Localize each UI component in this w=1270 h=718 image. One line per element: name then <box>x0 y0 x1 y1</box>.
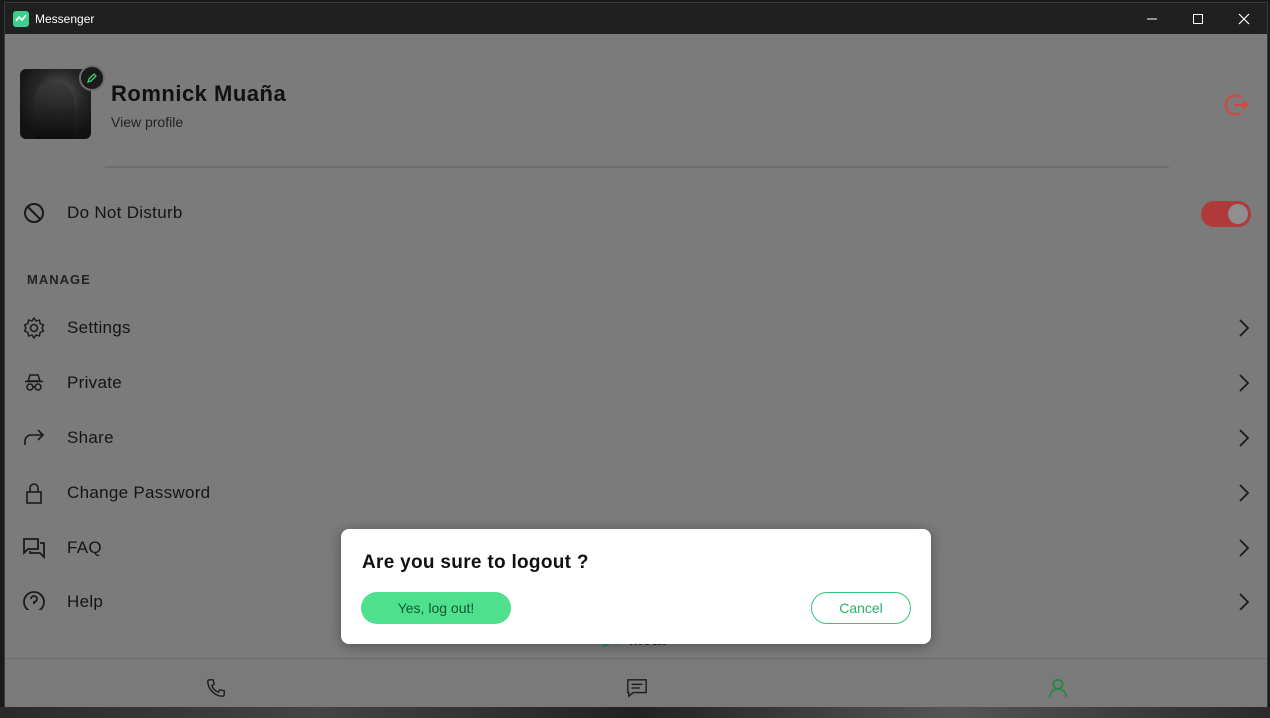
close-icon <box>1238 13 1250 24</box>
title-bar: Messenger <box>5 3 1267 34</box>
nav-calls[interactable] <box>204 676 228 700</box>
menu-item-label: Share <box>67 428 114 447</box>
message-icon <box>627 679 647 698</box>
desktop-background-strip <box>0 707 1270 718</box>
do-not-disturb-row: Do Not Disturb <box>5 193 1267 233</box>
do-not-disturb-toggle[interactable] <box>1201 201 1251 227</box>
logout-confirm-dialog: Are you sure to logout ? Yes, log out! C… <box>341 529 931 644</box>
window-title: Messenger <box>35 11 95 26</box>
chevron-right-icon <box>1235 482 1253 504</box>
do-not-disturb-label: Do Not Disturb <box>67 203 183 222</box>
toggle-knob <box>1228 204 1248 224</box>
phone-icon <box>207 679 225 697</box>
menu-item-label: Change Password <box>67 483 211 502</box>
chevron-right-icon <box>1235 591 1253 610</box>
block-icon <box>21 200 47 226</box>
messenger-app-icon <box>13 10 29 27</box>
view-profile-link[interactable]: View profile <box>111 114 183 130</box>
chevron-right-icon <box>1235 317 1253 339</box>
logout-icon <box>1224 94 1249 116</box>
minimize-button[interactable] <box>1129 3 1175 34</box>
chevron-right-icon <box>1235 537 1253 559</box>
nav-profile[interactable] <box>1046 676 1070 700</box>
spy-icon <box>21 370 47 396</box>
avatar-photo <box>34 81 74 139</box>
manage-section-heading: MANAGE <box>27 272 91 287</box>
user-icon <box>1048 678 1068 698</box>
cancel-button[interactable]: Cancel <box>811 592 911 624</box>
chevron-right-icon <box>1235 372 1253 394</box>
menu-item-label: Private <box>67 373 123 392</box>
dialog-title: Are you sure to logout ? <box>362 552 589 573</box>
profile-name: Romnick Muaña <box>111 81 287 106</box>
menu-item-label: Help <box>67 592 104 610</box>
chat-bubbles-icon <box>21 535 47 561</box>
profile-divider <box>105 166 1169 168</box>
edit-avatar-button[interactable] <box>79 65 105 91</box>
chevron-right-icon <box>1235 427 1253 449</box>
menu-item-share[interactable]: Share <box>5 418 1267 458</box>
maximize-icon <box>1193 13 1203 24</box>
menu-item-settings[interactable]: Settings <box>5 308 1267 348</box>
menu-item-label: Settings <box>67 318 131 337</box>
confirm-logout-button[interactable]: Yes, log out! <box>361 592 511 624</box>
maximize-button[interactable] <box>1175 3 1221 34</box>
nav-chats[interactable] <box>625 676 649 700</box>
lock-icon <box>21 480 47 506</box>
logout-button[interactable] <box>1223 91 1251 119</box>
share-arrow-icon <box>21 425 47 451</box>
menu-item-change-password[interactable]: Change Password <box>5 473 1267 513</box>
pencil-icon <box>86 73 97 84</box>
help-circle-icon <box>21 589 47 610</box>
gear-icon <box>21 315 47 341</box>
minimize-icon <box>1147 18 1157 19</box>
menu-item-label: FAQ <box>67 538 102 557</box>
menu-item-private[interactable]: Private <box>5 363 1267 403</box>
close-window-button[interactable] <box>1221 3 1267 34</box>
